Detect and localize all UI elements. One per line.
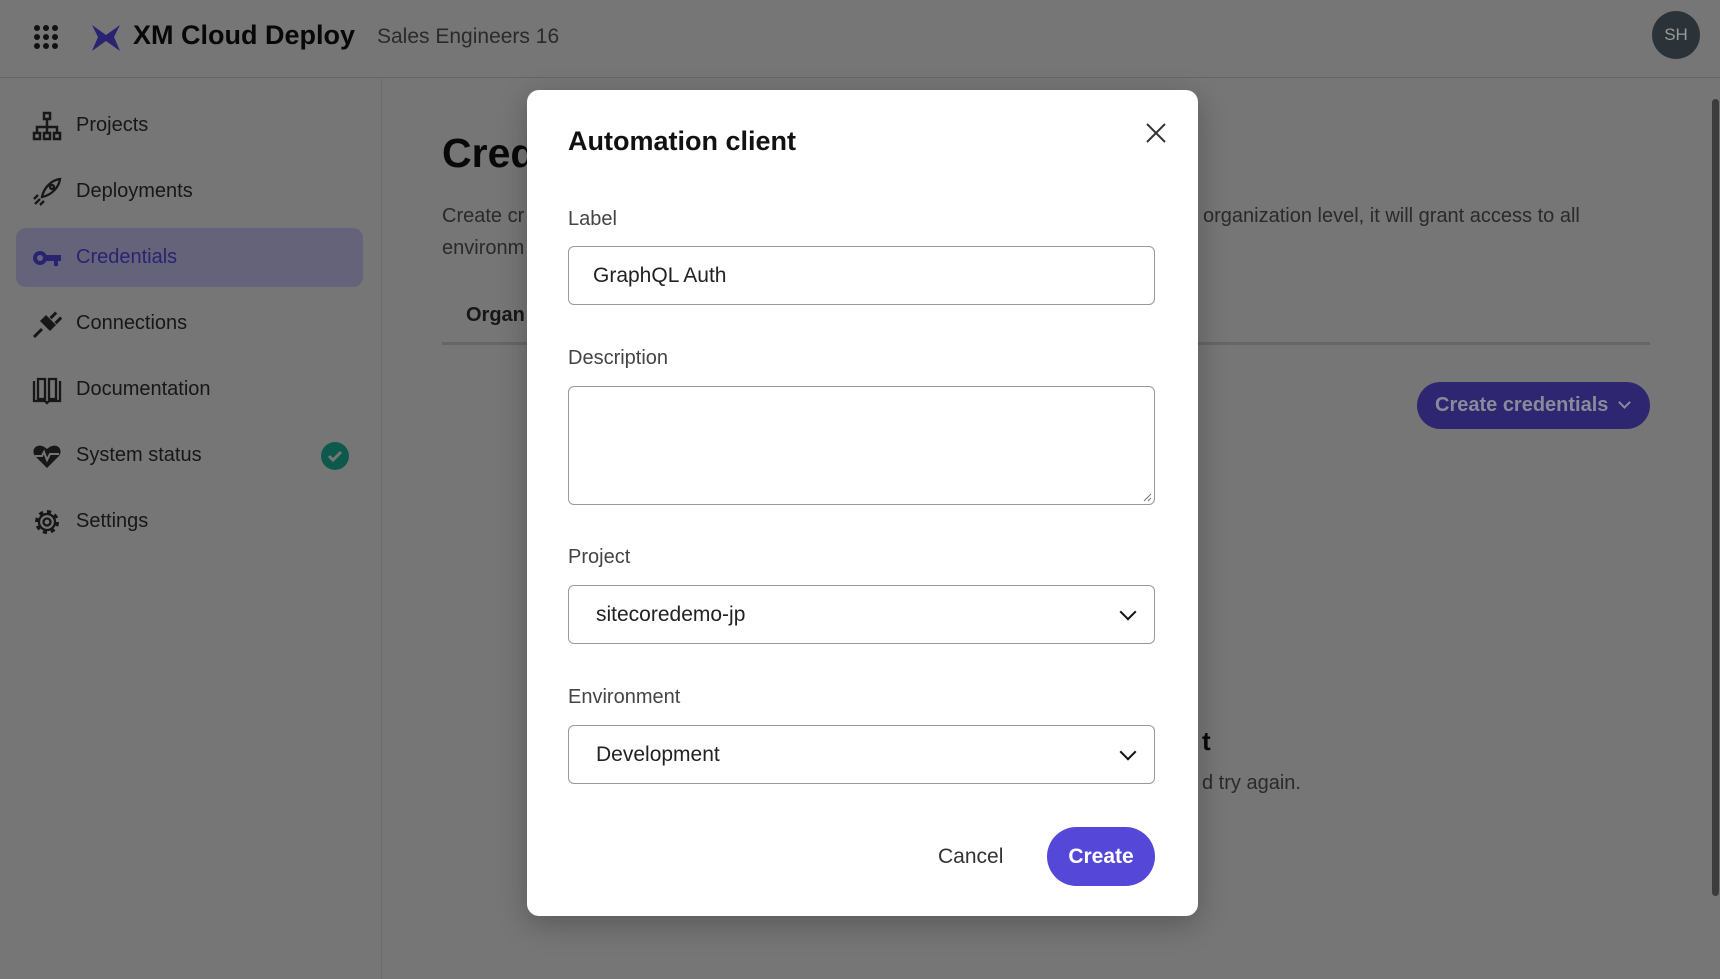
page-description-right: organization level, it will grant access… [1203,205,1580,227]
environment-select[interactable]: Development [568,725,1155,784]
label-input[interactable]: GraphQL Auth [568,246,1155,305]
environment-select-value: Development [596,742,720,766]
book-icon [32,377,62,405]
scrollbar[interactable] [1712,99,1719,896]
sidebar-item-connections[interactable]: Connections [16,294,363,353]
sidebar-item-deployments[interactable]: Deployments [16,162,363,221]
sidebar: Projects Deployments Credentials Connect… [0,78,382,979]
sidebar-item-system-status[interactable]: System status [16,426,363,485]
description-textarea[interactable] [568,386,1155,505]
chevron-down-icon [1119,743,1137,760]
create-credentials-label: Create credentials [1435,394,1609,416]
sidebar-item-label: Connections [76,312,188,334]
sidebar-item-label: Deployments [76,180,193,202]
environment-field-label: Environment [568,686,681,708]
cancel-button[interactable]: Cancel [938,845,1003,869]
project-select[interactable]: sitecoredemo-jp [568,585,1155,644]
automation-client-dialog: Automation client Label GraphQL Auth Des… [527,90,1198,916]
sidebar-item-label: Projects [76,114,149,136]
chevron-down-icon [1618,396,1632,409]
sidebar-item-label: System status [76,444,202,466]
dialog-title: Automation client [568,126,796,156]
chevron-down-icon [1119,603,1137,620]
label-input-value: GraphQL Auth [593,263,727,287]
sidebar-item-label: Credentials [76,246,178,268]
app-title[interactable]: XM Cloud Deploy [133,20,355,51]
page-description: Create cr [442,205,525,227]
page-title: Cred [442,130,536,176]
gear-icon [35,509,59,534]
project-field-label: Project [568,546,631,568]
label-field-label: Label [568,208,617,230]
key-icon [33,250,61,266]
description-field-label: Description [568,347,669,369]
close-icon[interactable] [1145,122,1167,144]
sidebar-item-projects[interactable]: Projects [16,96,363,155]
apps-grid-icon[interactable] [33,24,59,50]
empty-state-title: t [1202,726,1211,756]
create-button[interactable]: Create [1047,827,1155,886]
rocket-icon [33,177,62,206]
sidebar-item-label: Documentation [76,378,211,400]
sidebar-item-settings[interactable]: Settings [16,492,363,551]
check-circle-icon [321,442,349,470]
avatar[interactable]: SH [1652,11,1700,59]
sidebar-item-label: Settings [76,510,149,532]
sitemap-icon [32,111,62,140]
heartbeat-icon [33,445,61,468]
tab-organization[interactable]: Organ [466,304,525,327]
org-name[interactable]: Sales Engineers 16 [377,25,559,49]
resize-handle-icon[interactable] [1142,492,1152,502]
plug-icon [32,310,62,338]
top-header: XM Cloud Deploy Sales Engineers 16 SH [0,0,1720,78]
sidebar-item-documentation[interactable]: Documentation [16,360,363,419]
xm-cloud-logo-icon [92,25,120,51]
page-description-line2: environm [442,237,525,259]
sidebar-item-credentials[interactable]: Credentials [16,228,363,287]
create-credentials-button[interactable]: Create credentials [1417,382,1650,429]
empty-state-description: d try again. [1202,772,1301,794]
project-select-value: sitecoredemo-jp [596,602,746,626]
